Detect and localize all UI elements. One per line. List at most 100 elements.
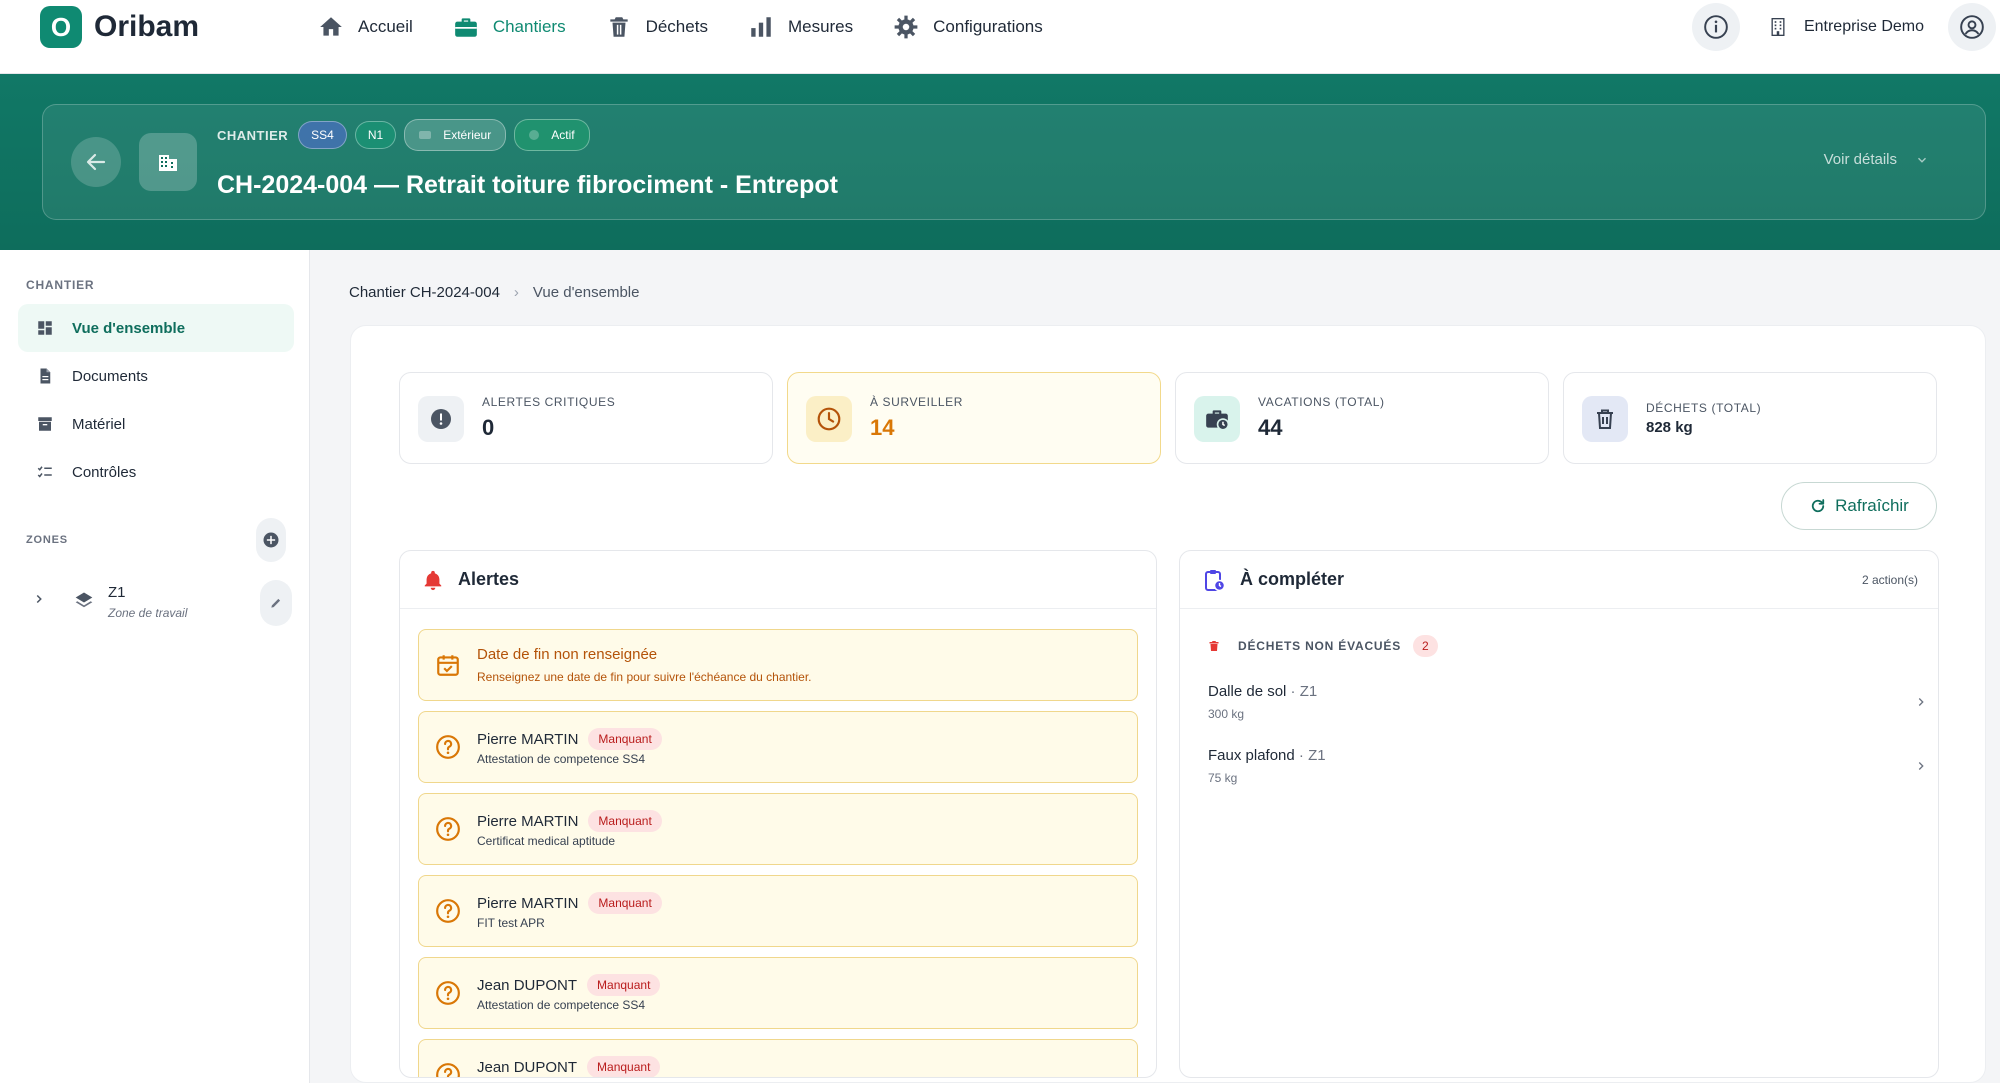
alerts-card-header: Alertes <box>400 551 1156 609</box>
clipboard-clock-icon <box>1205 569 1226 591</box>
nav-item-configurations[interactable]: Configurations <box>893 14 1043 40</box>
edit-zone-button[interactable] <box>260 580 292 626</box>
todo-card-header: À compléter 2 action(s) <box>1180 551 1938 609</box>
stat-label: À SURVEILLER <box>870 395 964 409</box>
nav-item-mesures[interactable]: Mesures <box>748 14 853 40</box>
main-nav: Accueil Chantiers Déchets Mesures Config… <box>318 10 1083 44</box>
breadcrumb: Chantier CH-2024-004 › Vue d'ensemble <box>349 284 639 301</box>
chevron-down-icon <box>1918 157 1926 163</box>
chantier-header: CHANTIER SS4 N1 Extérieur Actif CH-2024-… <box>0 74 2000 250</box>
alert-subtitle: Renseignez une date de fin pour suivre l… <box>477 670 812 684</box>
sidebar: CHANTIER Vue d'ensemble Documents Matéri… <box>0 250 310 1083</box>
waste-name: Faux plafond <box>1208 747 1295 764</box>
nav-label: Configurations <box>933 17 1043 36</box>
brand-logo: O <box>40 6 82 48</box>
nav-item-chantiers[interactable]: Chantiers <box>453 14 566 40</box>
tag-status: Actif <box>514 119 590 151</box>
stat-value: 44 <box>1258 415 1283 440</box>
stat-dechets-total: DÉCHETS (TOTAL) 828 kg <box>1563 372 1937 464</box>
stat-value: 828 kg <box>1646 419 1693 436</box>
trash-icon <box>609 17 628 37</box>
alert-subtitle: Certificat medical aptitude <box>477 834 616 848</box>
breadcrumb-separator-icon: › <box>513 284 519 301</box>
sidebar-section-zones: ZONES <box>26 534 68 546</box>
dashboard-icon <box>38 321 52 335</box>
stat-label: DÉCHETS (TOTAL) <box>1646 401 1762 415</box>
back-button[interactable] <box>71 137 121 187</box>
voir-details-label: Voir détails <box>1823 151 1897 168</box>
tag-status-label: Actif <box>551 128 575 142</box>
status-dot-icon <box>529 130 540 140</box>
plus-circle-icon <box>263 532 279 548</box>
stat-vacations-total: VACATIONS (TOTAL) 44 <box>1175 372 1549 464</box>
stat-icon-tile <box>1194 396 1240 442</box>
zone-item-z1[interactable]: Z1 Zone de travail <box>18 574 294 630</box>
todo-item-name: Dalle de sol · Z1 <box>1208 683 1317 700</box>
document-icon <box>40 368 51 384</box>
nav-item-accueil[interactable]: Accueil <box>318 14 413 40</box>
alert-item[interactable]: Jean DUPONT Manquant <box>418 1039 1138 1077</box>
tag-n1: N1 <box>354 121 397 149</box>
brand-name: Oribam <box>94 10 200 43</box>
sidebar-item-materiel[interactable]: Matériel <box>18 400 294 448</box>
alert-person: Pierre MARTIN <box>477 894 579 912</box>
calendar-check-icon <box>437 655 459 676</box>
tag-ss4: SS4 <box>298 121 347 149</box>
info-button[interactable] <box>1691 3 1740 51</box>
alert-person: Jean DUPONT <box>477 1058 578 1076</box>
nav-right: Entreprise Demo <box>1691 3 2000 51</box>
todo-item[interactable]: Dalle de sol · Z1 300 kg <box>1208 679 1928 731</box>
alerts-card: Alertes Date de fin non renseignée Rense… <box>399 550 1157 1078</box>
breadcrumb-parent[interactable]: Chantier CH-2024-004 <box>349 284 500 301</box>
add-zone-button[interactable] <box>256 518 286 562</box>
todo-section-dechets: DÉCHETS NON ÉVACUÉS 2 <box>1208 635 1439 657</box>
sidebar-item-vue-ensemble[interactable]: Vue d'ensemble <box>18 304 294 352</box>
waste-zone: · Z1 <box>1286 683 1318 700</box>
help-circle-icon <box>436 817 460 841</box>
sidebar-item-controles[interactable]: Contrôles <box>18 448 294 496</box>
briefcase-clock-icon <box>1206 410 1230 431</box>
alert-item[interactable]: Pierre MARTIN Manquant Attestation de co… <box>418 711 1138 783</box>
chevron-right-icon[interactable] <box>32 592 46 606</box>
refresh-button[interactable]: Rafraîchir <box>1781 482 1937 530</box>
voir-details-toggle[interactable]: Voir détails <box>1824 151 1929 168</box>
help-circle-icon <box>436 735 460 759</box>
alert-title: Pierre MARTIN Manquant <box>477 892 662 914</box>
todo-item[interactable]: Faux plafond · Z1 75 kg <box>1208 743 1928 795</box>
missing-badge: Manquant <box>588 728 662 750</box>
company-switcher[interactable]: Entreprise Demo <box>1768 17 1924 37</box>
waste-weight: 300 kg <box>1208 707 1245 721</box>
alerts-card-title: Alertes <box>458 569 520 589</box>
alert-item[interactable]: Pierre MARTIN Manquant FIT test APR <box>418 875 1138 947</box>
nav-label: Accueil <box>358 17 413 36</box>
archive-icon <box>38 417 52 431</box>
chantier-header-card: CHANTIER SS4 N1 Extérieur Actif CH-2024-… <box>42 104 1986 220</box>
alert-person: Pierre MARTIN <box>477 812 579 830</box>
sidebar-item-label: Matériel <box>72 415 126 433</box>
brand[interactable]: O Oribam <box>40 6 199 48</box>
chantier-label: CHANTIER <box>217 127 289 143</box>
building-icon <box>159 155 177 171</box>
todo-card: À compléter 2 action(s) DÉCHETS NON ÉVAC… <box>1179 550 1939 1078</box>
company-name: Entreprise Demo <box>1803 18 1924 35</box>
missing-badge: Manquant <box>588 892 662 914</box>
nav-item-dechets[interactable]: Déchets <box>606 14 708 40</box>
missing-badge: Manquant <box>587 974 661 996</box>
sidebar-item-documents[interactable]: Documents <box>18 352 294 400</box>
alert-circle-icon <box>431 409 451 429</box>
arrow-left-icon <box>86 153 106 171</box>
alert-title: Jean DUPONT Manquant <box>477 974 661 996</box>
alert-person: Jean DUPONT <box>477 976 578 994</box>
missing-badge: Manquant <box>587 1056 661 1077</box>
layers-icon <box>75 592 93 608</box>
user-icon <box>1960 15 1984 39</box>
user-menu-button[interactable] <box>1948 3 1996 51</box>
alert-item[interactable]: Pierre MARTIN Manquant Certificat medica… <box>418 793 1138 865</box>
sidebar-item-label: Contrôles <box>72 463 137 481</box>
overview-panel: ALERTES CRITIQUES 0 À SURVEILLER 14 VACA… <box>350 325 1986 1083</box>
chantier-title: CH-2024-004 — Retrait toiture fibrocimen… <box>217 171 838 199</box>
alert-item[interactable]: Jean DUPONT Manquant Attestation de comp… <box>418 957 1138 1029</box>
alert-item[interactable]: Date de fin non renseignée Renseignez un… <box>418 629 1138 701</box>
alert-person: Pierre MARTIN <box>477 730 579 748</box>
sidebar-item-label: Documents <box>72 367 148 385</box>
